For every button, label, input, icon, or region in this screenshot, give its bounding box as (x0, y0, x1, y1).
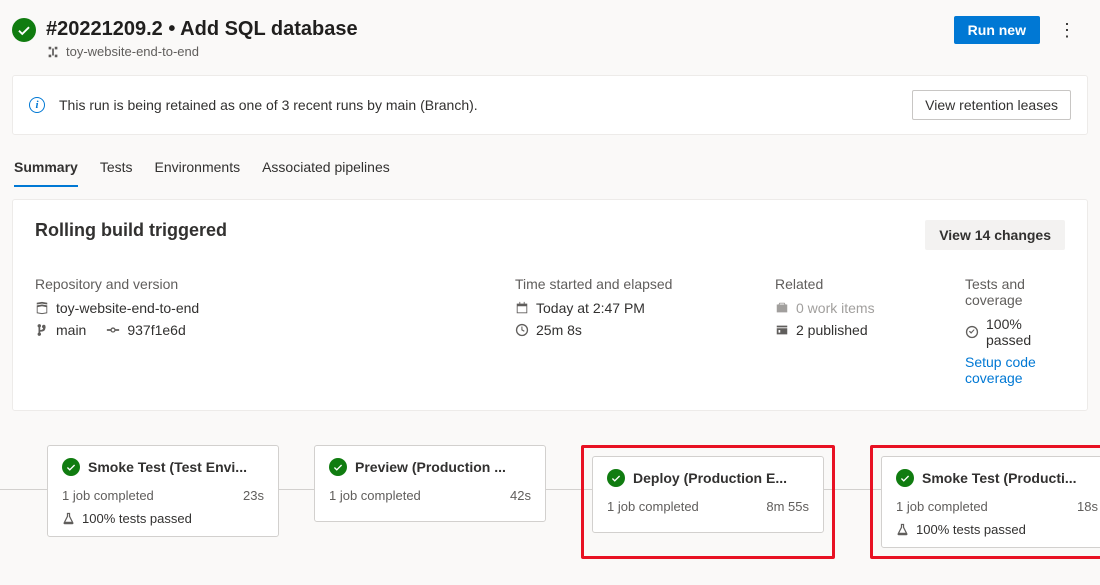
retention-info-bar: i This run is being retained as one of 3… (12, 75, 1088, 135)
related-column: Related 0 work items 2 published (775, 276, 925, 392)
success-icon (896, 469, 914, 487)
branch-icon (35, 323, 49, 337)
stage-title: Smoke Test (Test Envi... (88, 459, 247, 475)
stage-tests: 100% tests passed (896, 522, 1098, 537)
time-label: Time started and elapsed (515, 276, 735, 292)
info-icon: i (29, 97, 45, 113)
trigger-heading: Rolling build triggered (35, 220, 227, 241)
time-started: Today at 2:47 PM (515, 300, 735, 316)
stage-duration: 18s (1077, 499, 1098, 514)
success-icon (607, 469, 625, 487)
summary-card: Rolling build triggered View 14 changes … (12, 199, 1088, 411)
flask-icon (896, 523, 909, 536)
stage-card-smoke-test-test[interactable]: Smoke Test (Test Envi... 1 job completed… (47, 445, 279, 537)
success-icon (12, 18, 36, 42)
clock-icon (515, 323, 529, 337)
tests-column: Tests and coverage 100% passed Setup cod… (965, 276, 1065, 392)
tab-environments[interactable]: Environments (155, 159, 241, 187)
repo-name-link[interactable]: toy-website-end-to-end (35, 300, 475, 316)
stage-title: Preview (Production ... (355, 459, 506, 475)
stage-jobs: 1 job completed (329, 488, 421, 503)
stage-wrap: Smoke Test (Test Envi... 1 job completed… (47, 445, 279, 559)
repo-label: Repository and version (35, 276, 475, 292)
success-icon (329, 458, 347, 476)
stage-tests: 100% tests passed (62, 511, 264, 526)
stage-title: Deploy (Production E... (633, 470, 787, 486)
tab-tests[interactable]: Tests (100, 159, 133, 187)
more-actions-button[interactable]: ⋮ (1054, 17, 1080, 43)
header-title-block: #20221209.2 • Add SQL database toy-websi… (12, 16, 358, 59)
stage-title: Smoke Test (Producti... (922, 470, 1077, 486)
work-items-link[interactable]: 0 work items (775, 300, 925, 316)
pass-icon (965, 325, 979, 339)
calendar-icon (515, 301, 529, 315)
retention-message: This run is being retained as one of 3 r… (59, 97, 478, 113)
page-title: #20221209.2 • Add SQL database (46, 16, 358, 42)
related-label: Related (775, 276, 925, 292)
stage-jobs: 1 job completed (896, 499, 988, 514)
time-column: Time started and elapsed Today at 2:47 P… (515, 276, 735, 392)
stage-card-smoke-test-production[interactable]: Smoke Test (Producti... 1 job completed … (881, 456, 1100, 548)
stage-jobs: 1 job completed (607, 499, 699, 514)
run-new-button[interactable]: Run new (954, 16, 1040, 44)
pipeline-link[interactable]: toy-website-end-to-end (46, 44, 358, 59)
artifact-icon (775, 323, 789, 337)
stage-card-preview-production[interactable]: Preview (Production ... 1 job completed … (314, 445, 546, 522)
more-vertical-icon: ⋮ (1058, 20, 1076, 40)
setup-coverage-link[interactable]: Setup code coverage (965, 354, 1065, 386)
run-header: #20221209.2 • Add SQL database toy-websi… (0, 0, 1100, 71)
pipeline-name: toy-website-end-to-end (66, 44, 199, 59)
stage-card-deploy-production[interactable]: Deploy (Production E... 1 job completed … (592, 456, 824, 533)
pipeline-icon (46, 45, 60, 59)
repo-column: Repository and version toy-website-end-t… (35, 276, 475, 392)
tests-label: Tests and coverage (965, 276, 1065, 308)
stage-duration: 42s (510, 488, 531, 503)
stages-strip: Smoke Test (Test Envi... 1 job completed… (0, 427, 1100, 585)
flask-icon (62, 512, 75, 525)
stage-jobs: 1 job completed (62, 488, 154, 503)
commit-icon (106, 323, 120, 337)
stage-wrap: Smoke Test (Producti... 1 job completed … (870, 445, 1100, 559)
success-icon (62, 458, 80, 476)
commit-link[interactable]: 937f1e6d (127, 322, 185, 338)
run-tabs: Summary Tests Environments Associated pi… (0, 135, 1100, 187)
stage-wrap: Preview (Production ... 1 job completed … (314, 445, 546, 559)
artifacts-link[interactable]: 2 published (775, 322, 925, 338)
tab-associated-pipelines[interactable]: Associated pipelines (262, 159, 390, 187)
summary-meta: Repository and version toy-website-end-t… (35, 276, 1065, 392)
view-changes-button[interactable]: View 14 changes (925, 220, 1065, 250)
view-retention-leases-button[interactable]: View retention leases (912, 90, 1071, 120)
branch-link[interactable]: main (56, 322, 86, 338)
workitem-icon (775, 301, 789, 315)
tab-summary[interactable]: Summary (14, 159, 78, 187)
time-elapsed: 25m 8s (515, 322, 735, 338)
stage-duration: 23s (243, 488, 264, 503)
repo-icon (35, 301, 49, 315)
stage-duration: 8m 55s (766, 499, 809, 514)
tests-passed[interactable]: 100% passed (965, 316, 1065, 348)
stage-wrap: Deploy (Production E... 1 job completed … (581, 445, 835, 559)
